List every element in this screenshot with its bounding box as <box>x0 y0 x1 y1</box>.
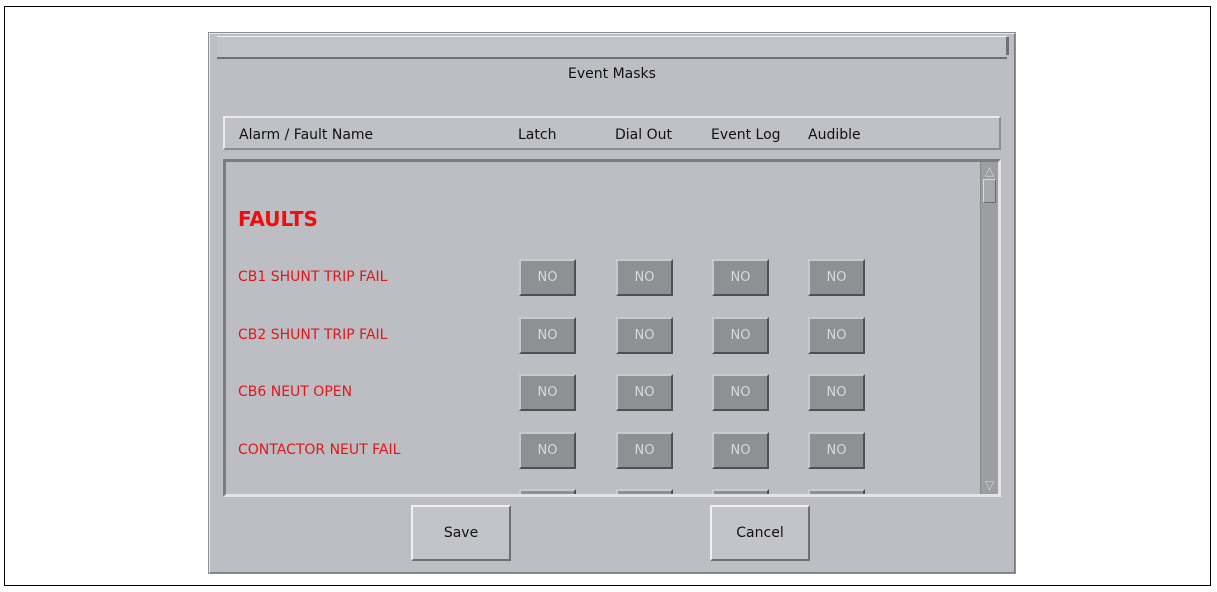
fault-name: CB2 SHUNT TRIP FAIL <box>238 327 388 343</box>
list-item: CB2 SHUNT TRIP FAIL NO NO NO NO <box>226 317 983 357</box>
audible-toggle-button[interactable]: NO <box>808 317 865 354</box>
dial-out-toggle-button[interactable]: NO <box>616 317 673 354</box>
latch-toggle-button[interactable]: NO <box>519 259 576 296</box>
event-log-toggle-button[interactable] <box>712 489 769 494</box>
vertical-scrollbar[interactable]: △ ▽ <box>980 162 998 494</box>
dial-out-toggle-button[interactable]: NO <box>616 259 673 296</box>
event-log-toggle-button[interactable]: NO <box>712 374 769 411</box>
dialog-title: Event Masks <box>568 66 656 82</box>
list-item: CONTACTOR NEUT FAIL NO NO NO NO <box>226 432 983 472</box>
scrollbar-thumb[interactable] <box>983 179 996 203</box>
column-header-name: Alarm / Fault Name <box>239 127 374 143</box>
dialog-title-bar <box>217 36 1009 59</box>
list-item: CB6 NEUT OPEN NO NO NO NO <box>226 374 983 414</box>
latch-toggle-button[interactable]: NO <box>519 374 576 411</box>
event-masks-dialog: Event Masks Alarm / Fault Name Latch Dia… <box>208 32 1016 574</box>
column-header-event-log: Event Log <box>711 127 781 143</box>
latch-toggle-button[interactable] <box>519 489 576 494</box>
list-item: CB1 SHUNT TRIP FAIL NO NO NO NO <box>226 259 983 299</box>
latch-toggle-button[interactable]: NO <box>519 432 576 469</box>
column-header-dial-out: Dial Out <box>615 127 672 143</box>
column-header-latch: Latch <box>518 127 557 143</box>
scroll-down-arrow-icon[interactable]: ▽ <box>982 477 997 493</box>
scroll-up-arrow-icon[interactable]: △ <box>982 163 997 179</box>
audible-toggle-button[interactable]: NO <box>808 374 865 411</box>
fault-name: CB1 SHUNT TRIP FAIL <box>238 269 388 285</box>
fault-name: CONTACTOR NEUT FAIL <box>238 442 401 458</box>
event-log-toggle-button[interactable]: NO <box>712 317 769 354</box>
dial-out-toggle-button[interactable]: NO <box>616 432 673 469</box>
fault-name: CB6 NEUT OPEN <box>238 384 353 400</box>
section-heading-faults: FAULTS <box>238 207 318 231</box>
event-log-toggle-button[interactable]: NO <box>712 259 769 296</box>
list-item-partial <box>226 489 983 494</box>
column-header-audible: Audible <box>808 127 861 143</box>
audible-toggle-button[interactable]: NO <box>808 432 865 469</box>
save-button[interactable]: Save <box>411 505 511 561</box>
event-list: FAULTS CB1 SHUNT TRIP FAIL NO NO NO NO C… <box>226 162 983 494</box>
latch-toggle-button[interactable]: NO <box>519 317 576 354</box>
event-log-toggle-button[interactable]: NO <box>712 432 769 469</box>
column-header-row: Alarm / Fault Name Latch Dial Out Event … <box>223 116 1001 150</box>
cancel-button[interactable]: Cancel <box>710 505 810 561</box>
audible-toggle-button[interactable] <box>808 489 865 494</box>
audible-toggle-button[interactable]: NO <box>808 259 865 296</box>
dial-out-toggle-button[interactable] <box>616 489 673 494</box>
dial-out-toggle-button[interactable]: NO <box>616 374 673 411</box>
event-list-panel: FAULTS CB1 SHUNT TRIP FAIL NO NO NO NO C… <box>223 159 1001 497</box>
